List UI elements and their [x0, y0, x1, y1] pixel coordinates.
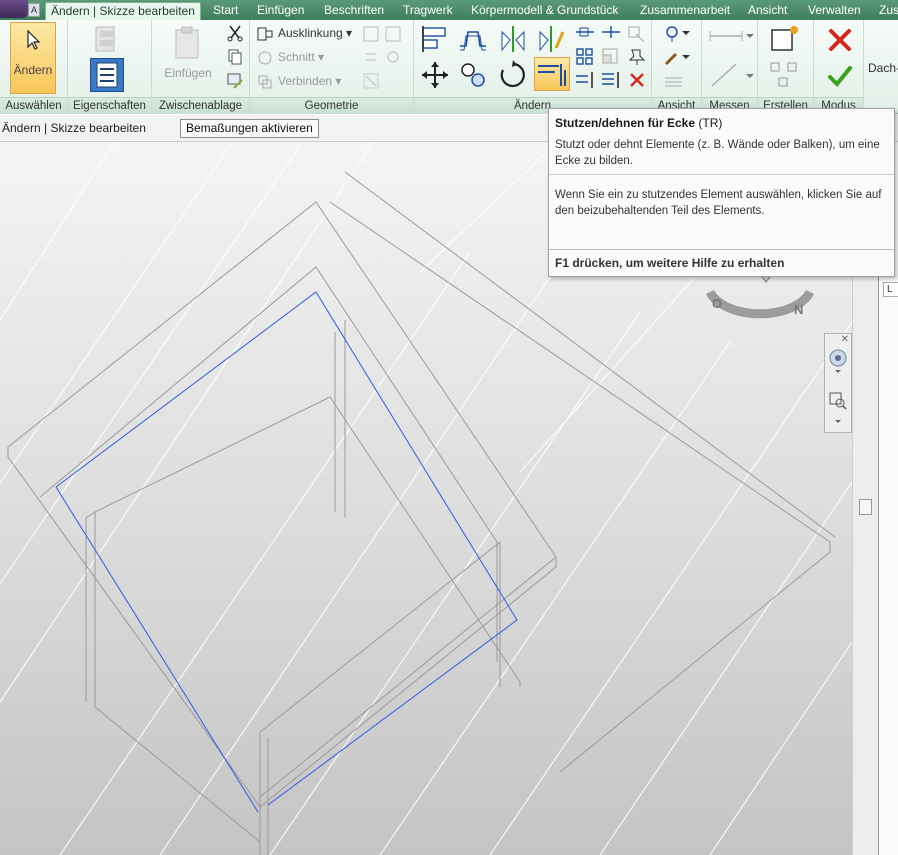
paste-icon: [175, 26, 199, 59]
ribbon-tab-bar: A Ändern | Skizze bearbeiten Start Einfü…: [0, 0, 898, 20]
cut-icon[interactable]: [226, 24, 244, 42]
activate-dimensions-button[interactable]: Bemaßungen aktivieren: [180, 119, 319, 138]
panel-properties: Eigenschaften: [68, 20, 152, 114]
dimension-icon[interactable]: [708, 60, 754, 90]
cope-button[interactable]: Ausklinkung ▾: [278, 23, 352, 43]
tab-modify-sketch[interactable]: Ändern | Skizze bearbeiten: [45, 2, 201, 20]
panel-create: Erstellen: [758, 20, 814, 114]
cope-icon: [257, 27, 273, 41]
split-icon[interactable]: [600, 24, 622, 44]
mirror-axis-icon[interactable]: [498, 24, 528, 54]
geometry-extra-icons[interactable]: [362, 24, 406, 92]
type-properties-icon: [95, 26, 115, 52]
panel-modify: Ändern: [414, 20, 652, 114]
quick-access-badge[interactable]: A: [28, 3, 40, 17]
panel-view: Ansicht: [652, 20, 702, 114]
match-icon[interactable]: [226, 72, 244, 90]
tooltip: Stutzen/dehnen für Ecke (TR) Stutzt oder…: [548, 108, 895, 277]
trim-multiple-icon[interactable]: [600, 70, 622, 90]
create-group-icon[interactable]: [768, 60, 802, 90]
pin-icon[interactable]: [626, 46, 648, 66]
modify-cursor-icon: [27, 29, 41, 50]
properties-icon: [96, 62, 118, 88]
tab-addins[interactable]: Zus: [874, 2, 898, 20]
tab-insert[interactable]: Einfügen: [252, 2, 309, 20]
tab-massing-site[interactable]: Körpermodell & Grundstück: [466, 2, 623, 20]
cancel-icon[interactable]: [826, 26, 854, 54]
finish-icon[interactable]: [826, 62, 854, 90]
cut-geometry-icon: [258, 51, 272, 65]
roof-properties-label[interactable]: Dach-: [868, 58, 898, 78]
revit-window: A Ändern | Skizze bearbeiten Start Einfü…: [0, 0, 898, 855]
scale-icon[interactable]: [600, 46, 622, 66]
join-button[interactable]: Verbinden ▾: [278, 71, 341, 91]
trim-extend-corner-button[interactable]: [534, 57, 570, 91]
tooltip-tool-name: Stutzen/dehnen für Ecke: [555, 116, 696, 130]
create-similar-icon[interactable]: [768, 24, 802, 54]
panel-geometry-label: Geometrie: [250, 97, 413, 114]
rotate-icon[interactable]: [498, 60, 528, 90]
scrollbar-thumb[interactable]: [859, 499, 872, 515]
project-browser-tab[interactable]: L: [883, 282, 898, 297]
trim-single-icon[interactable]: [574, 70, 596, 90]
hide-icon[interactable]: [662, 24, 692, 44]
steering-wheel-icon[interactable]: [827, 348, 849, 374]
panel-select-label: Auswählen: [0, 97, 67, 114]
panel-clipboard: Einfügen Zwischenablage: [152, 20, 250, 114]
join-label: Verbinden: [278, 74, 333, 88]
cut-geometry-label: Schnitt: [278, 50, 315, 64]
sketch-boundary: [55, 291, 518, 813]
tab-view[interactable]: Ansicht: [743, 2, 792, 20]
override-icon[interactable]: [662, 72, 692, 92]
tooltip-title: Stutzen/dehnen für Ecke (TR): [555, 116, 722, 130]
viewcube-north-label: N: [794, 302, 803, 317]
measure-icon[interactable]: [708, 26, 754, 48]
tab-start[interactable]: Start: [208, 2, 243, 20]
array-icon[interactable]: [574, 46, 596, 66]
panel-measure: Messen: [702, 20, 758, 114]
tooltip-help-hint: F1 drücken, um weitere Hilfe zu erhalten: [555, 256, 785, 270]
navbar-close-icon[interactable]: ✕: [841, 334, 849, 345]
trim-extend-corner-icon: [538, 64, 566, 86]
context-label: Ändern | Skizze bearbeiten: [2, 121, 146, 135]
modify-button[interactable]: Ändern: [10, 22, 56, 94]
delete-icon[interactable]: [626, 70, 648, 90]
tab-collaborate[interactable]: Zusammenarbeit: [635, 2, 735, 20]
panel-clipboard-label: Zwischenablage: [152, 97, 249, 114]
mirror-draw-icon[interactable]: [536, 24, 566, 54]
paste-button[interactable]: Einfügen: [160, 24, 216, 92]
trim-icon-small-1[interactable]: [574, 24, 596, 44]
tooltip-description: Stutzt oder dehnt Elemente (z. B. Wände …: [555, 139, 880, 167]
tab-manage[interactable]: Verwalten: [803, 2, 866, 20]
panel-geometry: Ausklinkung ▾ Schnitt ▾ Verbinden ▾ Geom…: [250, 20, 414, 114]
tooltip-divider: [549, 174, 894, 175]
modify-button-label: Ändern: [13, 63, 53, 77]
paste-button-label: Einfügen: [164, 66, 212, 80]
tab-structure[interactable]: Tragwerk: [398, 2, 458, 20]
panel-select: Ändern Auswählen: [0, 20, 68, 114]
split-gap-icon[interactable]: [626, 24, 648, 44]
tooltip-shortcut: (TR): [698, 116, 723, 130]
cut-geometry-button[interactable]: Schnitt ▾: [278, 47, 324, 67]
tab-annotate[interactable]: Beschriften: [319, 2, 389, 20]
copy-elements-icon[interactable]: [458, 60, 488, 90]
application-menu-button[interactable]: [0, 0, 28, 18]
panel-properties-label: Eigenschaften: [68, 97, 151, 114]
viewcube-south-label: O: [712, 296, 722, 311]
copy-icon[interactable]: [226, 48, 244, 66]
move-icon[interactable]: [420, 60, 450, 90]
tooltip-divider-help: [549, 249, 894, 250]
ribbon: Ändern Auswählen Eigenschaften Einfügen …: [0, 20, 898, 114]
panel-mode: Modus: [814, 20, 864, 114]
offset-icon[interactable]: [458, 24, 488, 54]
align-icon[interactable]: [420, 24, 450, 54]
paint-icon[interactable]: [662, 48, 692, 68]
properties-button[interactable]: [90, 58, 124, 92]
cope-label: Ausklinkung: [278, 26, 343, 40]
tooltip-detail: Wenn Sie ein zu stutzendes Element auswä…: [555, 189, 882, 217]
join-icon: [258, 75, 272, 89]
zoom-region-icon[interactable]: [827, 390, 849, 430]
navigation-bar: ✕: [824, 333, 852, 433]
